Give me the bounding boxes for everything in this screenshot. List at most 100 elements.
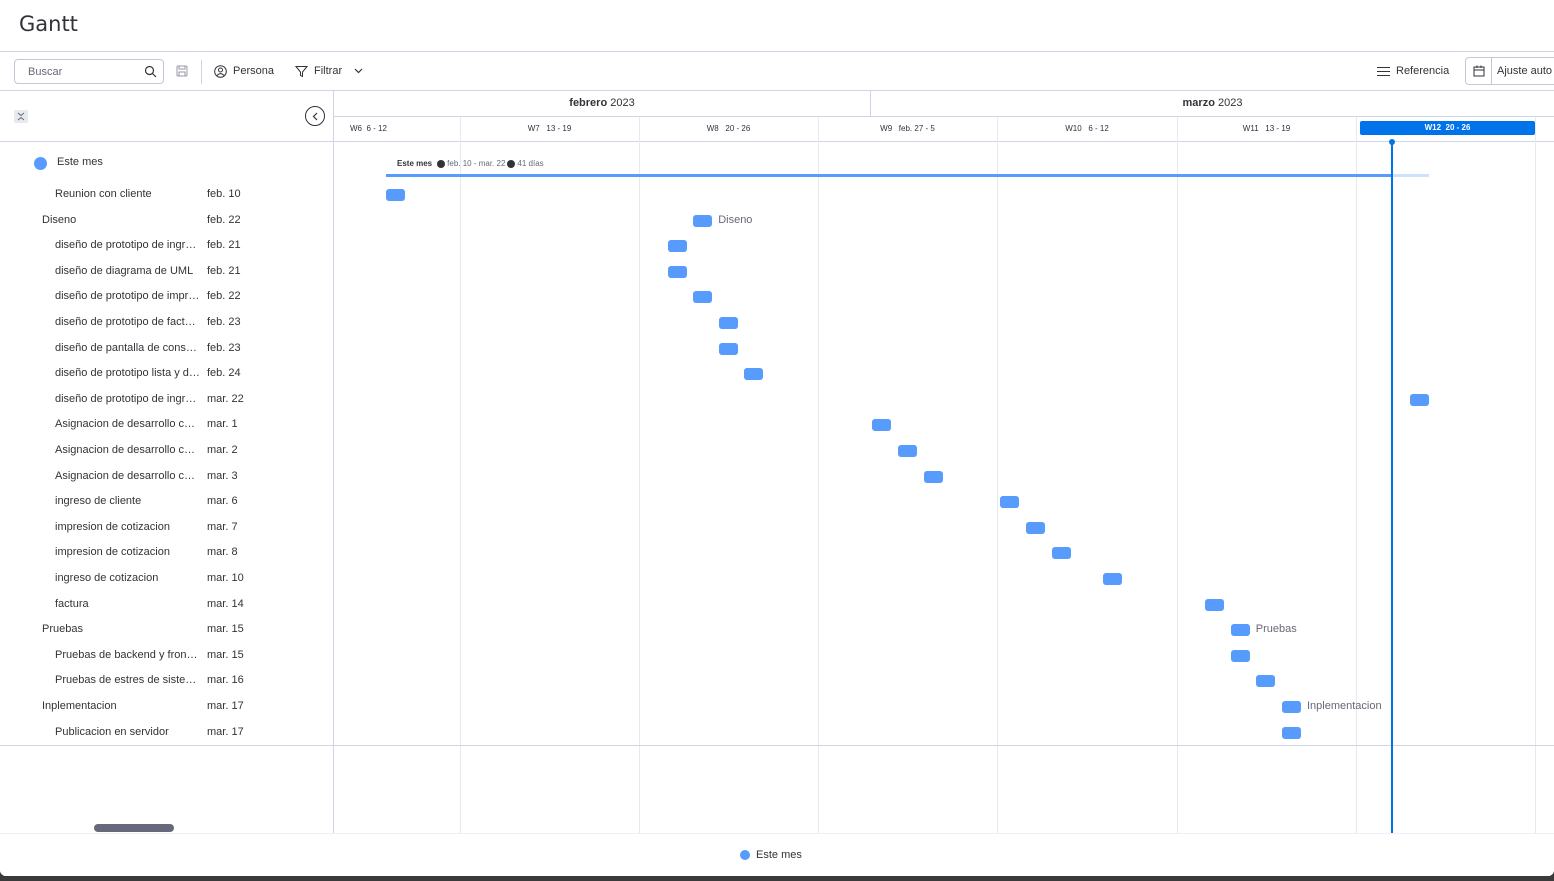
task-name: diseño de prototipo de ingreso bbox=[55, 392, 200, 405]
task-bar[interactable] bbox=[1282, 701, 1301, 713]
toolbar: Buscar Persona Filtrar Referencia Ajuste… bbox=[0, 51, 1554, 91]
group-name: Este mes bbox=[57, 156, 103, 168]
task-bar[interactable] bbox=[1000, 496, 1020, 509]
legend-footer: Este mes bbox=[0, 833, 1554, 876]
person-filter-button[interactable]: Persona bbox=[214, 52, 274, 90]
task-bar[interactable] bbox=[718, 317, 738, 329]
task-row[interactable]: ingreso de cotizacion mar. 10 bbox=[0, 566, 333, 591]
week-header: W6 6 - 12 W7 13 - 19 W8 20 - 26 W9 feb. 27 … bbox=[334, 117, 1554, 142]
reference-button[interactable]: Referencia bbox=[1377, 52, 1449, 90]
month-mar: marzo 2023 bbox=[871, 91, 1554, 116]
task-bar[interactable] bbox=[1026, 521, 1045, 534]
task-bar[interactable] bbox=[693, 214, 713, 227]
filter-button[interactable]: Filtrar bbox=[295, 52, 363, 90]
task-date: mar. 15 bbox=[207, 648, 244, 661]
task-bar[interactable] bbox=[1230, 624, 1250, 637]
group-summary-bar[interactable] bbox=[386, 174, 1392, 177]
task-name: Asignacion de desarrollo cotizacion bbox=[55, 469, 200, 482]
task-row[interactable]: impresion de cotizacion mar. 7 bbox=[0, 515, 333, 540]
task-bar[interactable] bbox=[1410, 393, 1429, 406]
collapse-all-icon[interactable] bbox=[14, 110, 28, 123]
horizontal-scrollbar[interactable] bbox=[94, 824, 174, 832]
search-input[interactable]: Buscar bbox=[14, 59, 164, 84]
task-row[interactable]: diseño de prototipo de ingreso feb. 21 bbox=[0, 233, 333, 258]
filter-label: Filtrar bbox=[314, 65, 343, 77]
task-group-row[interactable]: Inplementacion mar. 17 bbox=[0, 694, 333, 719]
month-name: marzo bbox=[1182, 97, 1215, 109]
task-row[interactable]: Asignacion de desarrollo cotizacion mar. … bbox=[0, 438, 333, 463]
task-date: mar. 2 bbox=[207, 444, 238, 456]
task-bar[interactable] bbox=[1102, 573, 1122, 585]
group-summary-label: Este mes feb. 10 - mar. 22 41 días bbox=[397, 159, 544, 168]
month-feb: febrero 2023 bbox=[334, 91, 871, 116]
task-row[interactable]: Publicacion en servidor mar. 17 bbox=[0, 720, 333, 745]
task-row[interactable]: ingreso de cliente mar. 6 bbox=[0, 489, 333, 514]
task-row[interactable]: Asignacion de desarrollo cotizacion mar. … bbox=[0, 464, 333, 489]
task-name: impresion de cotizacion bbox=[55, 520, 170, 533]
task-name: diseño de diagrama de UML bbox=[55, 264, 194, 277]
task-bar[interactable] bbox=[718, 342, 738, 355]
task-name: Asignacion de desarrollo cotizacion bbox=[55, 418, 200, 431]
save-view-icon[interactable] bbox=[176, 65, 188, 77]
week-gridline bbox=[1356, 117, 1357, 833]
task-bar[interactable] bbox=[898, 445, 917, 457]
task-row[interactable]: factura mar. 14 bbox=[0, 592, 333, 617]
task-bar[interactable] bbox=[1282, 726, 1301, 739]
gantt-chart: febrero 2023 marzo 2023 W6 6 - 12 W7 13 -… bbox=[334, 91, 1554, 833]
task-row[interactable]: diseño de prototipo de impresion feb. 22 bbox=[0, 284, 333, 309]
task-name: ingreso de cliente bbox=[55, 495, 142, 508]
task-date: mar. 6 bbox=[207, 495, 238, 508]
task-date: mar. 16 bbox=[207, 674, 244, 687]
task-name: impresion de cotizacion bbox=[55, 546, 170, 559]
gantt-window: Gantt Buscar Persona Filtrar Referencia … bbox=[0, 0, 1554, 876]
task-bar[interactable] bbox=[1051, 547, 1071, 560]
person-filter-label: Persona bbox=[233, 65, 274, 77]
task-group-row[interactable]: Diseno feb. 22 bbox=[0, 208, 333, 233]
task-bar[interactable] bbox=[1205, 598, 1225, 611]
week-gridline bbox=[460, 117, 461, 833]
summary-range: feb. 10 - mar. 22 bbox=[447, 159, 506, 168]
task-bar[interactable] bbox=[1230, 649, 1250, 662]
person-icon bbox=[214, 64, 227, 78]
task-date: mar. 3 bbox=[207, 469, 238, 482]
summary-duration: 41 días bbox=[517, 159, 544, 168]
legend-color-dot bbox=[740, 850, 750, 860]
task-bar[interactable] bbox=[667, 240, 687, 253]
month-year: 2023 bbox=[1214, 97, 1243, 109]
group-color-dot bbox=[34, 157, 47, 170]
autofit-button[interactable]: Ajuste auto bbox=[1465, 57, 1554, 85]
reference-label: Referencia bbox=[1396, 65, 1450, 77]
task-row[interactable]: diseño de diagrama de UML feb. 21 bbox=[0, 259, 333, 284]
task-bar[interactable] bbox=[872, 419, 892, 432]
task-row[interactable]: diseño de pantalla de consulta feb. 23 bbox=[0, 336, 333, 361]
task-row[interactable]: diseño de prototipo lista y detalle feb. … bbox=[0, 361, 333, 386]
task-list-pane: Este mes Reunion con cliente feb. 10 Disen… bbox=[0, 91, 334, 833]
task-row[interactable]: Asignacion de desarrollo cotizacion mar. … bbox=[0, 412, 333, 437]
task-bar-label: Pruebas bbox=[1255, 623, 1297, 636]
task-group-row[interactable]: Pruebas mar. 15 bbox=[0, 617, 333, 642]
task-bar[interactable] bbox=[1256, 675, 1276, 688]
task-row[interactable]: diseño de prototipo de factura feb. 23 bbox=[0, 310, 333, 335]
task-row[interactable]: Pruebas de backend y frontend mar. 15 bbox=[0, 643, 333, 668]
today-marker-line bbox=[1391, 142, 1394, 833]
task-bar[interactable] bbox=[744, 368, 764, 381]
task-date: feb. 22 bbox=[207, 290, 241, 303]
task-bar[interactable] bbox=[386, 189, 405, 201]
task-row[interactable]: diseño de prototipo de ingreso mar. 22 bbox=[0, 387, 333, 412]
page-title: Gantt bbox=[19, 12, 78, 36]
task-date: mar. 22 bbox=[207, 392, 244, 405]
chevron-down-icon[interactable] bbox=[354, 68, 363, 74]
task-name: diseño de prototipo lista y detalle bbox=[55, 367, 200, 380]
collapse-pane-button[interactable] bbox=[305, 106, 325, 126]
task-date: mar. 17 bbox=[207, 700, 244, 712]
task-row[interactable]: impresion de cotizacion mar. 8 bbox=[0, 540, 333, 565]
group-summary-bar-remaining bbox=[1391, 174, 1429, 177]
task-date: mar. 7 bbox=[207, 520, 238, 533]
task-bar[interactable] bbox=[923, 470, 943, 483]
task-row[interactable]: Reunion con cliente feb. 10 bbox=[0, 182, 333, 207]
task-row[interactable]: Pruebas de estres de sistema mar. 16 bbox=[0, 668, 333, 693]
group-row[interactable]: Este mes bbox=[0, 151, 333, 175]
task-name: diseño de prototipo de factura bbox=[55, 316, 200, 328]
task-bar[interactable] bbox=[693, 291, 713, 304]
task-bar[interactable] bbox=[667, 265, 687, 278]
